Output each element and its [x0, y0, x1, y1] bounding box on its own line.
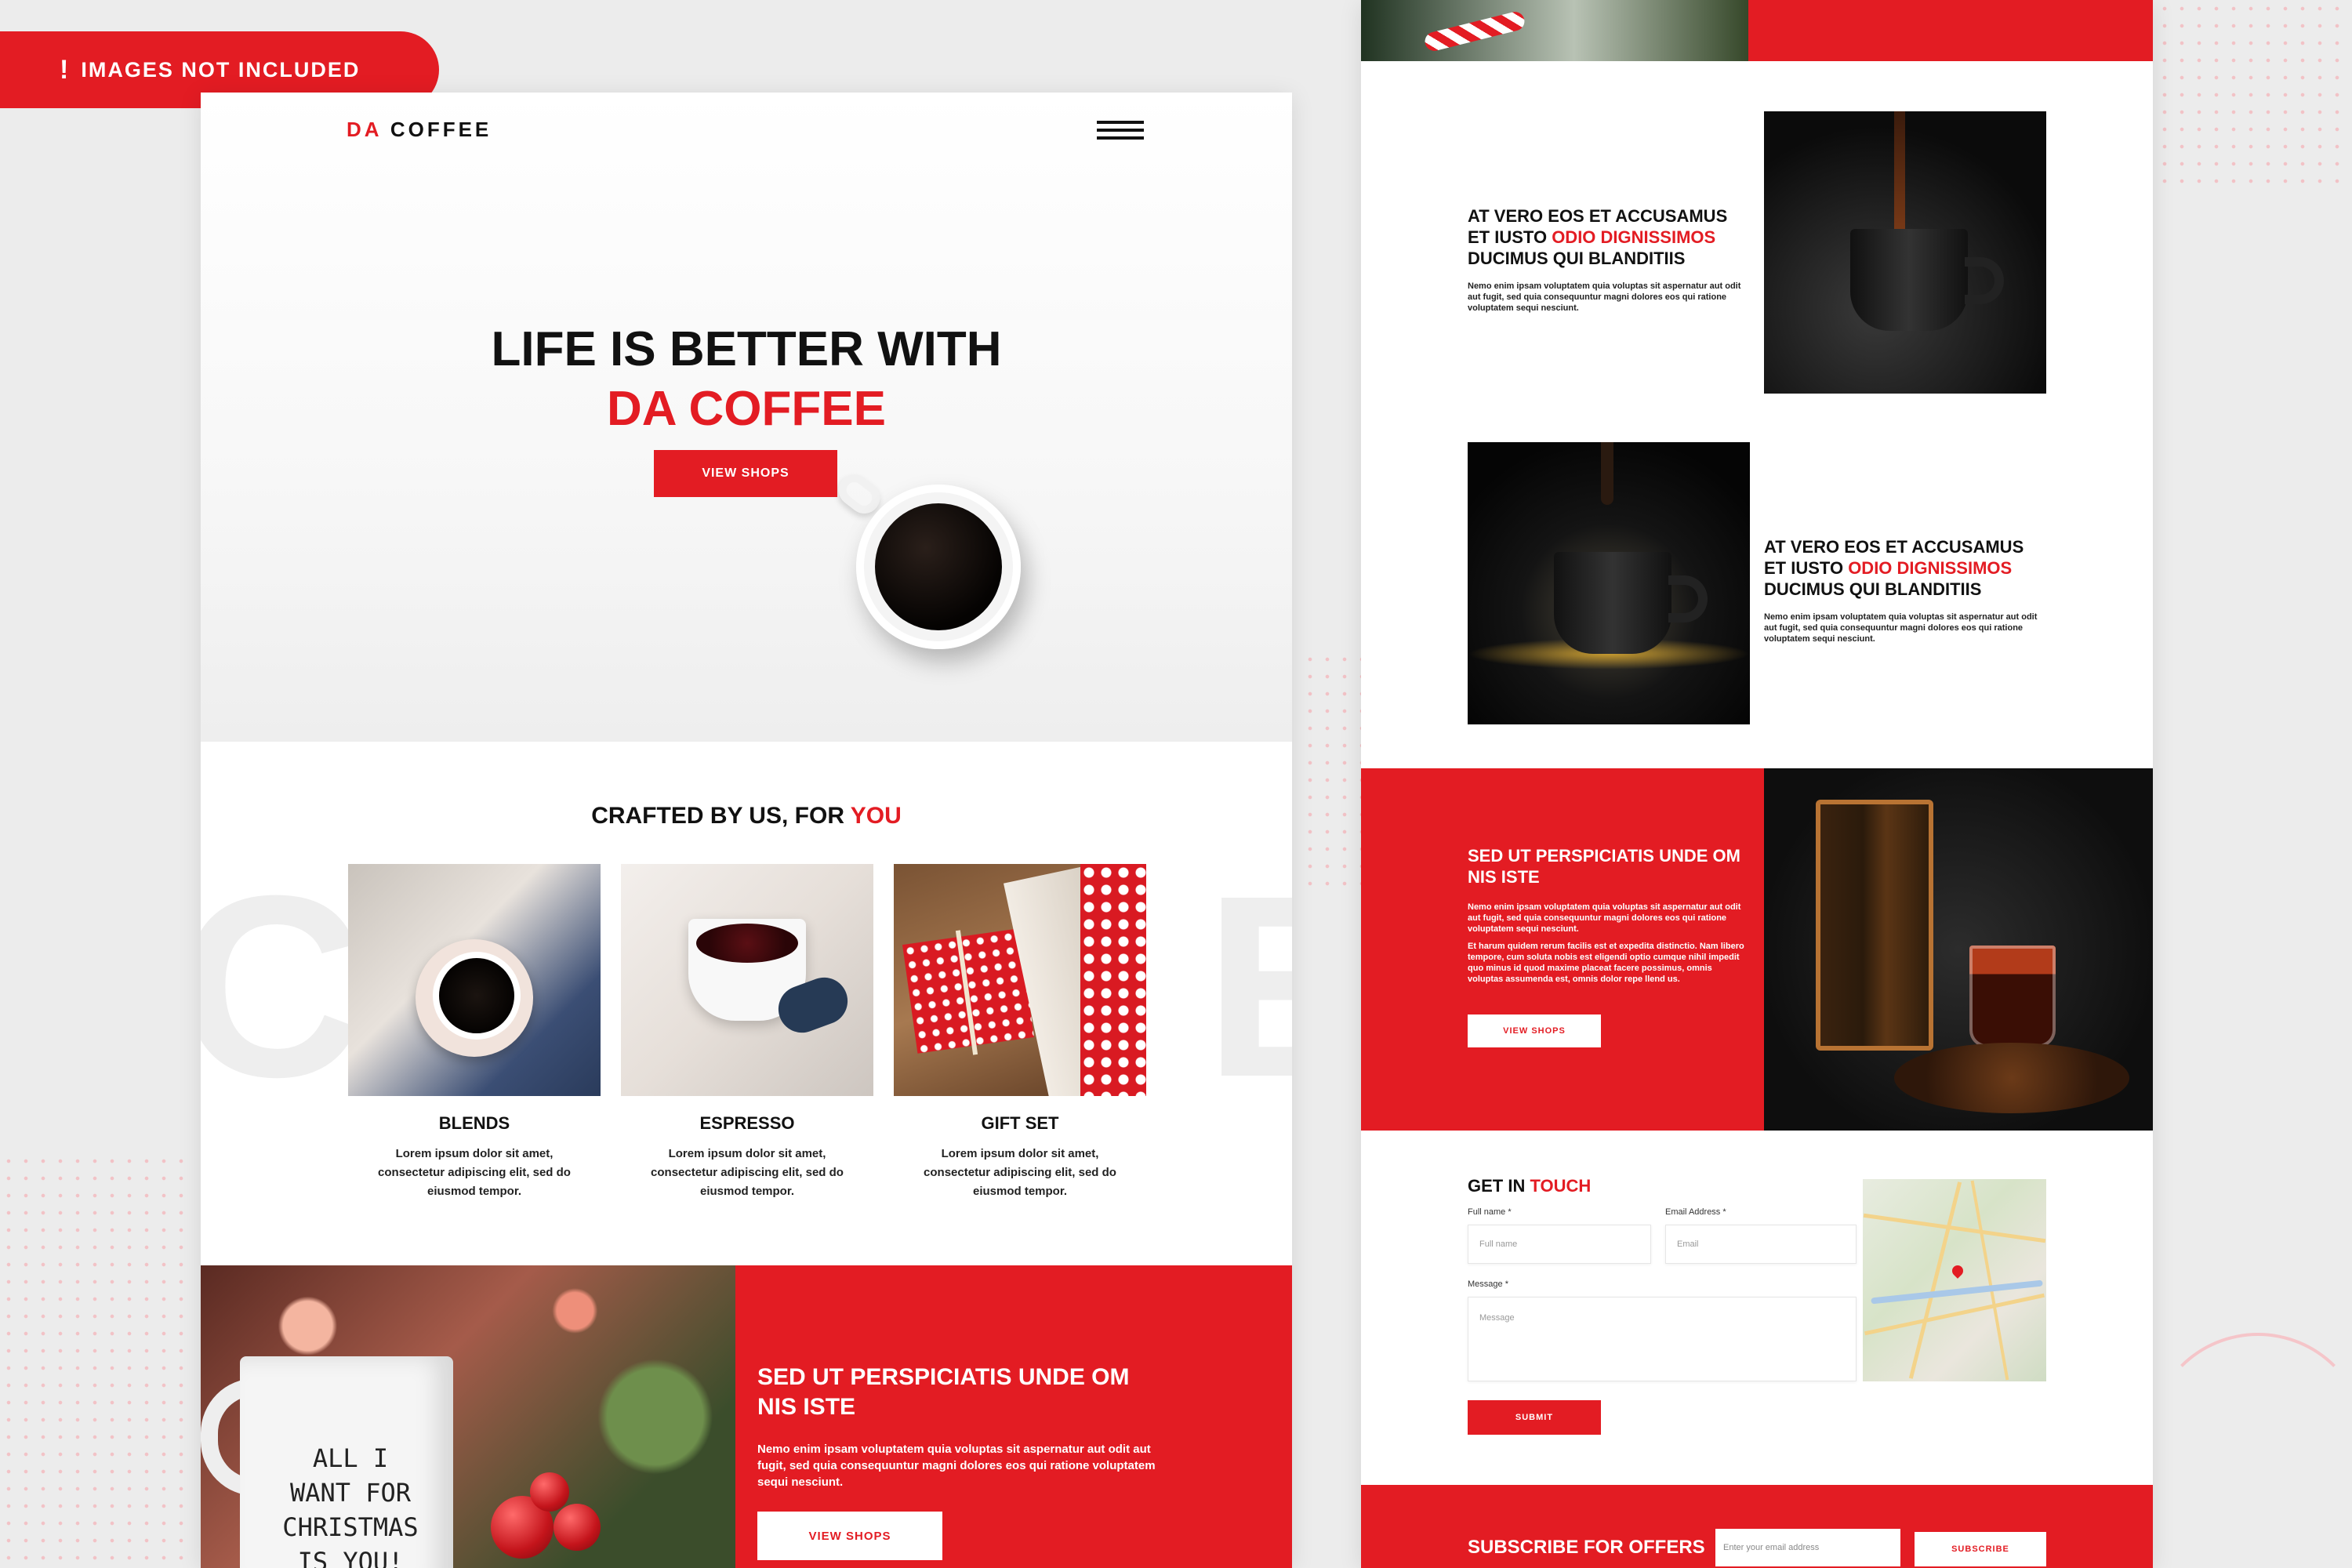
landing-page-right: AT VERO EOS ET ACCUSAMUS ET IUSTO ODIO D…: [1361, 0, 2153, 1568]
background-letter: C: [201, 861, 365, 1112]
product-card-blends[interactable]: BLENDS Lorem ipsum dolor sit amet, conse…: [348, 864, 601, 1201]
email-label: Email Address *: [1665, 1207, 1726, 1217]
contact-title-accent: TOUCH: [1530, 1176, 1592, 1196]
hero-title: LIFE IS BETTER WITH DA COFFEE: [201, 320, 1292, 439]
bauble-ornament: [554, 1504, 601, 1551]
feature-title-text: DUCIMUS QUI BLANDITIIS: [1764, 579, 1982, 599]
background-letter: E: [1275, 861, 1292, 1112]
christmas-decor-image: [1361, 0, 1748, 61]
view-shops-button-christmas[interactable]: VIEW SHOPS: [757, 1512, 942, 1560]
french-press-pot: [1816, 800, 1933, 1051]
card-text: Lorem ipsum dolor sit amet, consectetur …: [378, 1147, 571, 1198]
map-pin-icon: [1950, 1263, 1965, 1279]
card-title: ESPRESSO: [699, 1113, 795, 1133]
feature-title: AT VERO EOS ET ACCUSAMUS ET IUSTO ODIO D…: [1764, 536, 2046, 600]
menu-icon[interactable]: [1097, 121, 1144, 140]
hero-section: DA COFFEE LIFE IS BETTER WITH DA COFFEE …: [201, 93, 1292, 742]
location-map[interactable]: [1863, 1179, 2046, 1381]
email-input[interactable]: Email: [1665, 1225, 1857, 1264]
message-textarea[interactable]: Message: [1468, 1297, 1857, 1381]
red-band: [1748, 0, 2153, 61]
product-card-gift-set[interactable]: GIFT SET Lorem ipsum dolor sit amet, con…: [894, 864, 1146, 1201]
alert-icon: !: [60, 54, 71, 85]
message-label: Message *: [1468, 1279, 1508, 1289]
brand-logo-text: COFFEE: [390, 118, 492, 141]
card-title: BLENDS: [438, 1113, 510, 1133]
brand-logo[interactable]: DA COFFEE: [347, 118, 492, 142]
decorative-dots: [0, 1152, 196, 1568]
crafted-title-accent: YOU: [850, 803, 902, 829]
hero-title-line2: DA COFFEE: [607, 382, 886, 436]
feature-title-text: DUCIMUS QUI BLANDITIIS: [1468, 249, 1686, 268]
christmas-promo-title: SED UT PERSPICIATIS UNDE OM NIS ISTE: [757, 1364, 1130, 1420]
feature-text: Nemo enim ipsam voluptatem quia voluptas…: [1468, 281, 1741, 313]
feature-title-accent: ODIO DIGNISSIMOS: [1848, 558, 2013, 578]
subscribe-title: SUBSCRIBE FOR OFFERS: [1468, 1537, 1705, 1558]
feature-title-accent: ODIO DIGNISSIMOS: [1552, 227, 1716, 247]
pouring-coffee-image: [1764, 111, 2046, 394]
card-text: Lorem ipsum dolor sit amet, consectetur …: [651, 1147, 844, 1198]
decorative-dots: [1301, 651, 1364, 886]
full-name-input[interactable]: Full name: [1468, 1225, 1651, 1264]
product-card-espresso[interactable]: ESPRESSO Lorem ipsum dolor sit amet, con…: [621, 864, 873, 1201]
espresso-image: [621, 864, 873, 1096]
feature-text: Nemo enim ipsam voluptatem quia voluptas…: [1764, 612, 2038, 644]
candy-cane-icon: [1423, 9, 1526, 53]
feature-title: AT VERO EOS ET ACCUSAMUS ET IUSTO ODIO D…: [1468, 205, 1750, 269]
contact-title-text: GET IN: [1468, 1176, 1526, 1196]
decorative-dots: [2156, 0, 2352, 196]
christmas-promo-text: Nemo enim ipsam voluptatem quia voluptas…: [757, 1443, 1156, 1489]
french-press-text: Nemo enim ipsam voluptatem quia voluptas…: [1468, 902, 1741, 934]
bauble-ornament: [530, 1472, 569, 1512]
splashing-coffee-image: [1468, 442, 1750, 724]
crafted-title-text: CRAFTED BY US, FOR: [591, 803, 844, 829]
card-title: GIFT SET: [981, 1113, 1059, 1133]
subscribe-email-input[interactable]: Enter your email address: [1715, 1529, 1900, 1566]
coffee-beans: [1894, 1043, 2129, 1113]
landing-page-left: DA COFFEE LIFE IS BETTER WITH DA COFFEE …: [201, 93, 1292, 1568]
crafted-title: CRAFTED BY US, FOR YOU: [201, 803, 1292, 829]
notice-label: IMAGES NOT INCLUDED: [81, 57, 361, 82]
blends-image: [348, 864, 601, 1096]
submit-button[interactable]: SUBMIT: [1468, 1400, 1601, 1435]
hero-title-line1: LIFE IS BETTER WITH: [491, 322, 1002, 376]
decorative-swirl: [2148, 1333, 2352, 1552]
subscribe-button[interactable]: SUBSCRIBE: [1915, 1532, 2046, 1566]
mug-text: ALL I WANT FOR CHRISTMAS IS YOU!: [282, 1443, 419, 1568]
coffee-glass: [1969, 946, 2056, 1047]
french-press-text-2: Et harum quidem rerum facilis est et exp…: [1468, 942, 1744, 984]
view-shops-button[interactable]: VIEW SHOPS: [654, 450, 837, 497]
brand-logo-accent: DA: [347, 118, 382, 141]
french-press-title: SED UT PERSPICIATIS UNDE OM NIS ISTE: [1468, 846, 1740, 887]
gift-set-image: [894, 864, 1146, 1096]
contact-title: GET IN TOUCH: [1468, 1176, 1591, 1196]
coffee-cup-image: [856, 485, 1021, 649]
card-text: Lorem ipsum dolor sit amet, consectetur …: [924, 1147, 1116, 1198]
full-name-label: Full name *: [1468, 1207, 1512, 1217]
view-shops-button-press[interactable]: VIEW SHOPS: [1468, 1014, 1601, 1047]
